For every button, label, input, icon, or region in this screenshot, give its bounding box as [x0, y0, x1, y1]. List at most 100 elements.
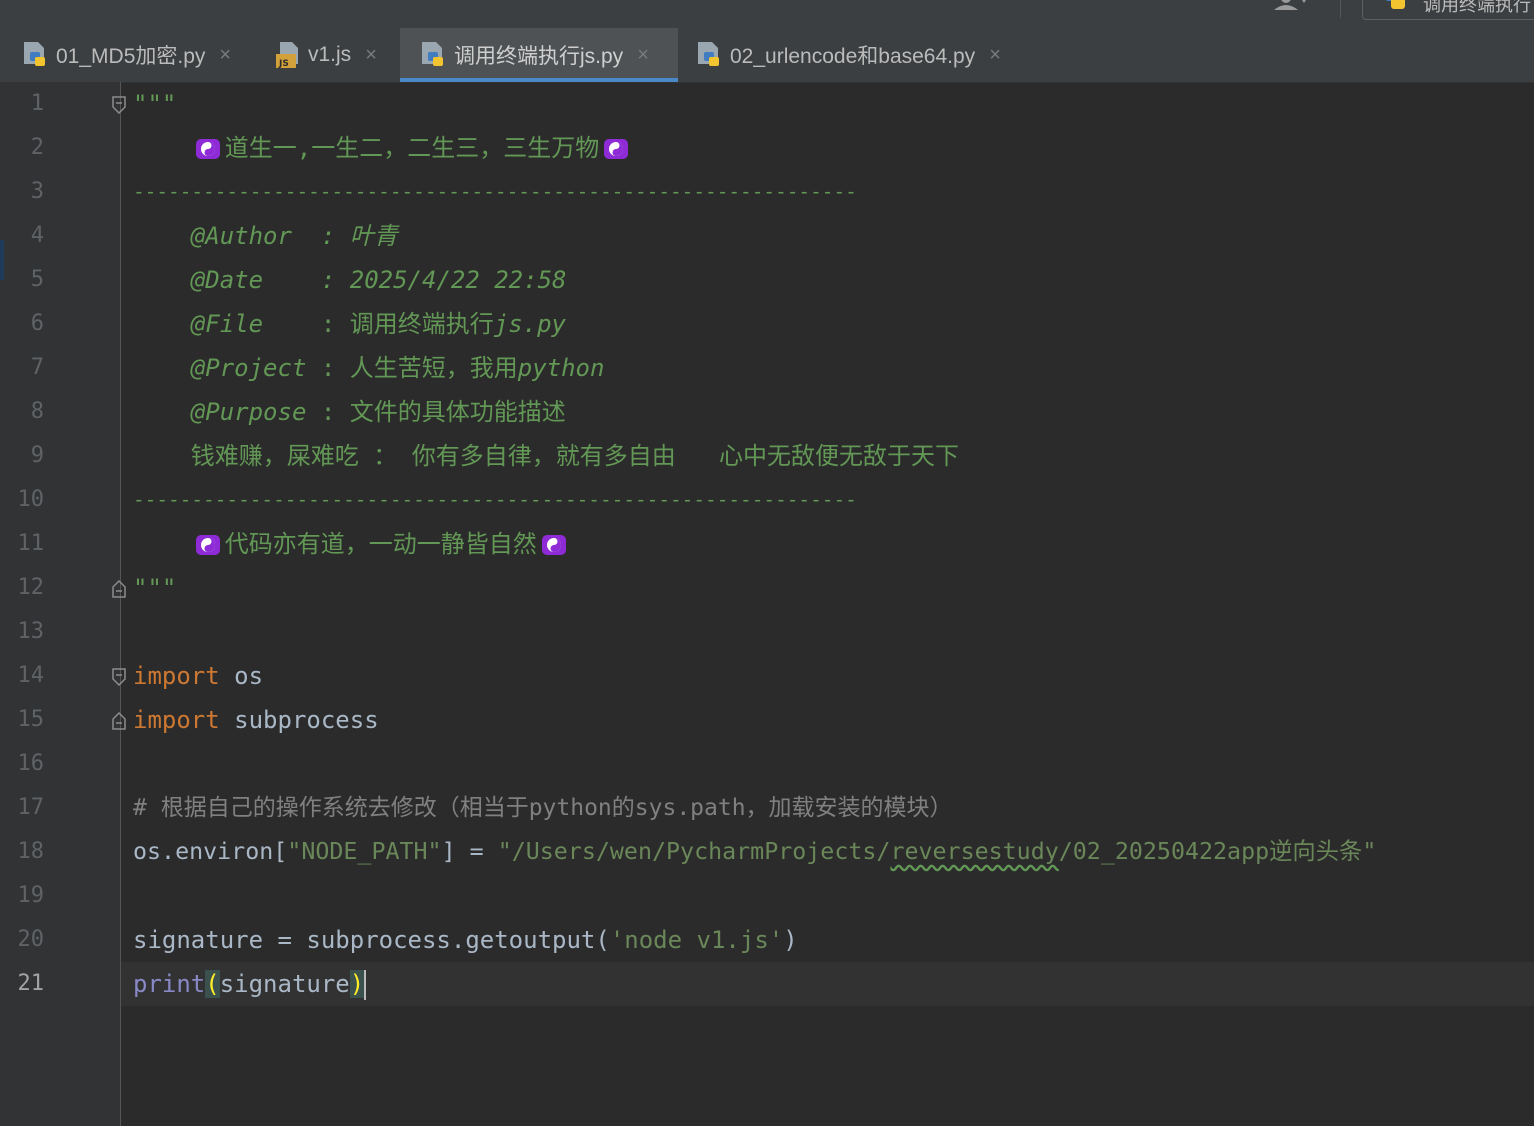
- string-literal-typo: reversestudy: [890, 838, 1059, 865]
- line-number: 17: [17, 795, 45, 820]
- string-literal: "/Users/wen/PycharmProjects/: [497, 838, 891, 865]
- line-number: 2: [30, 135, 44, 160]
- yin-yang-emoji-icon: [604, 139, 629, 159]
- line-number: 19: [17, 883, 45, 908]
- fold-collapse-icon[interactable]: [112, 668, 126, 686]
- run-configuration-label: 调用终端执行: [1423, 0, 1531, 15]
- line-number: 3: [30, 179, 44, 204]
- docstring-quote: """: [133, 574, 177, 602]
- line-number: 1: [30, 91, 44, 116]
- code-line-18: os.environ["NODE_PATH"] = "/Users/wen/Py…: [133, 830, 1376, 874]
- yin-yang-emoji-icon: [541, 535, 566, 555]
- line-number: 13: [17, 619, 45, 644]
- line-number: 20: [17, 927, 45, 952]
- code-line-8: @Purpose : 文件的具体功能描述: [133, 390, 566, 434]
- code-token: ): [783, 926, 798, 954]
- tab-label: v1.js: [308, 43, 352, 66]
- toolbar-divider: [1340, 0, 1341, 18]
- line-number: 7: [30, 355, 44, 380]
- line-number: 16: [17, 751, 45, 776]
- tab-label: 02_urlencode和base64.py: [730, 45, 976, 68]
- builtin-function: print: [133, 970, 206, 998]
- code-token: ] =: [441, 838, 498, 865]
- python-file-icon: [422, 42, 443, 66]
- docstring-text: 代码亦有道，一动一静皆自然: [224, 530, 537, 558]
- text-cursor: [364, 970, 367, 1000]
- code-line-17: # 根据自己的操作系统去修改（相当于python的sys.path，加载安装的模…: [133, 786, 953, 830]
- code-line-21: print(signature): [133, 962, 367, 1006]
- svg-text:JS: JS: [278, 59, 289, 69]
- line-number: 10: [17, 487, 45, 512]
- docstring-text: 钱难赚，屎难吃 ： 你有多自律，就有多自由 心中无敌便无敌于天下: [190, 442, 960, 470]
- line-number: 4: [30, 223, 44, 248]
- docstring-tag: @Purpose: [190, 398, 307, 426]
- docstring-value: : 2025/4/22 22:58: [320, 266, 567, 294]
- line-number: 8: [30, 399, 44, 424]
- fold-collapse-icon[interactable]: [112, 96, 126, 114]
- line-number: 11: [17, 531, 45, 556]
- top-toolbar: 调用终端执行: [0, 0, 1534, 28]
- code-line-20: signature = subprocess.getoutput('node v…: [133, 918, 798, 962]
- line-number: 15: [17, 707, 45, 732]
- tab-terminal-js[interactable]: 调用终端执行js.py ×: [400, 28, 678, 82]
- string-literal: /02_20250422app逆向头条": [1058, 838, 1377, 865]
- code-line-1: """: [133, 82, 176, 126]
- code-line-7: @Project : 人生苦短，我用python: [133, 346, 605, 390]
- keyword-import: import: [133, 662, 220, 690]
- line-number-current: 21: [17, 971, 45, 996]
- python-file-icon: [24, 42, 45, 66]
- line-number: 5: [30, 267, 44, 292]
- docstring-text: 道生一,一生二，二生三，三生万物: [224, 134, 600, 162]
- fold-end-icon[interactable]: [112, 580, 126, 598]
- docstring-value: js.py: [493, 310, 566, 338]
- close-icon[interactable]: ×: [989, 44, 1001, 67]
- yin-yang-emoji-icon: [195, 139, 220, 159]
- tab-label: 调用终端执行js.py: [454, 45, 624, 68]
- keyword-import: import: [133, 706, 220, 734]
- line-number: 12: [17, 575, 45, 600]
- code-line-12: """: [133, 566, 176, 610]
- user-account-icon[interactable]: [1272, 0, 1308, 12]
- fold-end-icon[interactable]: [112, 712, 126, 730]
- docstring-value: : 叶青: [320, 222, 398, 250]
- code-token: os.environ[: [133, 838, 288, 865]
- code-line-15: import subprocess: [133, 698, 379, 742]
- module-name: os: [219, 662, 264, 690]
- docstring-separator: ----------------------------------------…: [133, 488, 857, 511]
- javascript-file-icon: JS: [276, 42, 298, 69]
- yin-yang-emoji-icon: [195, 535, 220, 555]
- matched-paren: ): [349, 970, 365, 998]
- close-icon[interactable]: ×: [637, 44, 649, 67]
- matched-paren: (: [205, 970, 220, 998]
- editor-tab-bar: 01_MD5加密.py × JS v1.js × 调用终端执行js.py × 0…: [0, 28, 1534, 83]
- run-configuration-selector[interactable]: 调用终端执行: [1362, 0, 1534, 20]
- code-line-4: @Author : 叶青: [133, 214, 398, 258]
- python-file-icon: [698, 42, 719, 66]
- tab-urlencode-base64[interactable]: 02_urlencode和base64.py ×: [696, 28, 1036, 82]
- close-icon[interactable]: ×: [219, 44, 231, 67]
- gutter-change-marker: [0, 240, 4, 280]
- line-number: 9: [30, 443, 44, 468]
- docstring-value: python: [517, 354, 605, 382]
- code-line-2: 道生一,一生二，二生三，三生万物: [133, 126, 633, 170]
- line-comment: # 根据自己的操作系统去修改（相当于python的sys.path，加载安装的模…: [133, 795, 953, 821]
- docstring-value: : 文件的具体功能描述: [320, 398, 566, 426]
- code-line-11: 代码亦有道，一动一静皆自然: [133, 522, 571, 566]
- line-number-gutter[interactable]: 1 2 3 4 5 6 7 8 9 10 11 12 13 14 15 16 1…: [0, 82, 126, 1126]
- line-number: 18: [17, 839, 45, 864]
- docstring-tag: @File: [190, 310, 264, 338]
- code-line-14: import os: [133, 654, 263, 698]
- tab-01-md5[interactable]: 01_MD5加密.py ×: [22, 28, 262, 82]
- python-icon: [1385, 0, 1405, 9]
- code-line-5: @Date : 2025/4/22 22:58: [133, 258, 567, 302]
- docstring-separator: ----------------------------------------…: [133, 180, 857, 203]
- string-literal: "NODE_PATH": [287, 838, 442, 865]
- code-line-10: ----------------------------------------…: [133, 478, 857, 522]
- docstring-tag: @Project: [190, 354, 307, 382]
- tab-label: 01_MD5加密.py: [56, 45, 206, 68]
- code-line-3: ----------------------------------------…: [133, 170, 857, 214]
- close-icon[interactable]: ×: [365, 44, 377, 67]
- code-line-9: 钱难赚，屎难吃 ： 你有多自律，就有多自由 心中无敌便无敌于天下: [133, 434, 959, 478]
- line-number: 14: [17, 663, 45, 688]
- tab-v1-js[interactable]: JS v1.js ×: [274, 28, 394, 82]
